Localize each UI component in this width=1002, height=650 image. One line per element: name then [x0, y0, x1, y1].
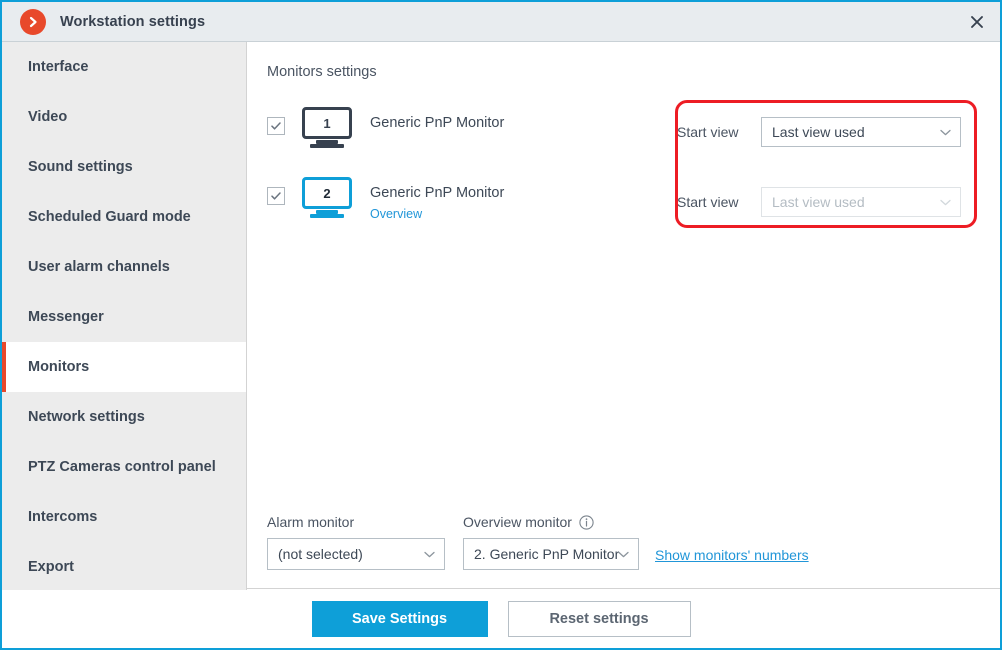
- sidebar-item-video[interactable]: Video: [2, 92, 246, 142]
- start-view-row: Start view Last view used: [677, 187, 961, 217]
- check-icon: [271, 192, 281, 200]
- overview-monitor-label-text: Overview monitor: [463, 514, 572, 530]
- sidebar-item-label: Sound settings: [28, 159, 133, 175]
- sidebar-item-label: Export: [28, 559, 74, 575]
- alarm-monitor-label: Alarm monitor: [267, 514, 355, 530]
- sidebar-item-sound-settings[interactable]: Sound settings: [2, 142, 246, 192]
- monitor-base: [310, 214, 344, 218]
- alarm-monitor-select[interactable]: (not selected): [267, 538, 445, 570]
- alarm-monitor-group: Alarm monitor (not selected): [267, 514, 445, 570]
- sidebar-item-export[interactable]: Export: [2, 542, 246, 590]
- monitor-base: [310, 144, 344, 148]
- monitor-labels: Generic PnP Monitor Overview: [370, 184, 504, 223]
- monitor-name: Generic PnP Monitor: [370, 115, 505, 131]
- start-view-value: Last view used: [772, 124, 865, 140]
- chevron-down-icon: [618, 545, 629, 563]
- start-view-row: Start view Last view used: [677, 117, 961, 147]
- sidebar-item-label: Scheduled Guard mode: [28, 209, 191, 225]
- start-view-label: Start view: [677, 124, 739, 140]
- chevron-down-icon: [940, 193, 951, 211]
- monitors-settings-panel: Monitors settings 1 Generic PnP Monitor: [247, 42, 1000, 588]
- monitor-display-icon[interactable]: 1: [302, 107, 352, 148]
- start-view-label: Start view: [677, 194, 739, 210]
- monitor-overview-label[interactable]: Overview: [370, 205, 504, 223]
- dialog-footer: Save Settings Reset settings: [2, 588, 1000, 648]
- overview-monitor-value: 2. Generic PnP Monitor: [474, 546, 620, 562]
- sidebar-item-network-settings[interactable]: Network settings: [2, 392, 246, 442]
- monitor-name: Generic PnP Monitor: [370, 185, 505, 201]
- sidebar-item-ptz-cameras-control-panel[interactable]: PTZ Cameras control panel: [2, 442, 246, 492]
- sidebar-item-label: Video: [28, 109, 68, 125]
- title-bar: Workstation settings: [2, 2, 1000, 42]
- overview-monitor-select[interactable]: 2. Generic PnP Monitor: [463, 538, 639, 570]
- monitor-labels: Generic PnP Monitor: [370, 114, 504, 132]
- info-icon[interactable]: [579, 514, 594, 530]
- sidebar-item-label: User alarm channels: [28, 259, 170, 275]
- start-view-select-disabled: Last view used: [761, 187, 961, 217]
- page-title: Monitors settings: [267, 64, 377, 80]
- sidebar-item-intercoms[interactable]: Intercoms: [2, 492, 246, 542]
- sidebar-item-interface[interactable]: Interface: [2, 42, 246, 92]
- alarm-monitor-value: (not selected): [278, 546, 363, 562]
- close-button[interactable]: [954, 2, 1000, 41]
- start-view-value: Last view used: [772, 194, 865, 210]
- sidebar-item-messenger[interactable]: Messenger: [2, 292, 246, 342]
- sidebar-item-label: Network settings: [28, 409, 145, 425]
- sidebar-item-label: Monitors: [28, 359, 90, 375]
- save-settings-button[interactable]: Save Settings: [311, 600, 488, 637]
- overview-monitor-group: Overview monitor 2. Generic PnP Monitor: [463, 514, 639, 570]
- monitor-enabled-checkbox[interactable]: [267, 187, 285, 205]
- chevron-right-circle-icon: [20, 8, 46, 35]
- sidebar-item-label: Messenger: [28, 309, 104, 325]
- reset-settings-button[interactable]: Reset settings: [507, 600, 691, 637]
- sidebar-item-scheduled-guard-mode[interactable]: Scheduled Guard mode: [2, 192, 246, 242]
- bottom-controls: Alarm monitor (not selected) Overview mo…: [267, 514, 809, 570]
- close-icon: [971, 15, 983, 28]
- chevron-down-icon: [424, 545, 435, 563]
- show-monitors-numbers-link[interactable]: Show monitors' numbers: [655, 547, 809, 563]
- sidebar-item-label: Interface: [28, 59, 89, 75]
- monitor-enabled-checkbox[interactable]: [267, 117, 285, 135]
- sidebar-item-monitors[interactable]: Monitors: [2, 342, 246, 392]
- overview-monitor-label: Overview monitor: [463, 514, 639, 530]
- window-title: Workstation settings: [60, 13, 206, 30]
- start-view-select[interactable]: Last view used: [761, 117, 961, 147]
- chevron-down-icon: [940, 123, 951, 141]
- sidebar-item-label: Intercoms: [28, 509, 98, 525]
- monitor-number: 2: [302, 177, 352, 209]
- monitor-number: 1: [302, 107, 352, 139]
- settings-window: Workstation settings Interface Video Sou…: [0, 0, 1002, 650]
- sidebar-item-label: PTZ Cameras control panel: [28, 459, 216, 475]
- settings-sidebar: Interface Video Sound settings Scheduled…: [2, 42, 247, 590]
- monitor-display-icon[interactable]: 2: [302, 177, 352, 218]
- window-body: Interface Video Sound settings Scheduled…: [2, 42, 1000, 590]
- sidebar-item-user-alarm-channels[interactable]: User alarm channels: [2, 242, 246, 292]
- check-icon: [271, 122, 281, 130]
